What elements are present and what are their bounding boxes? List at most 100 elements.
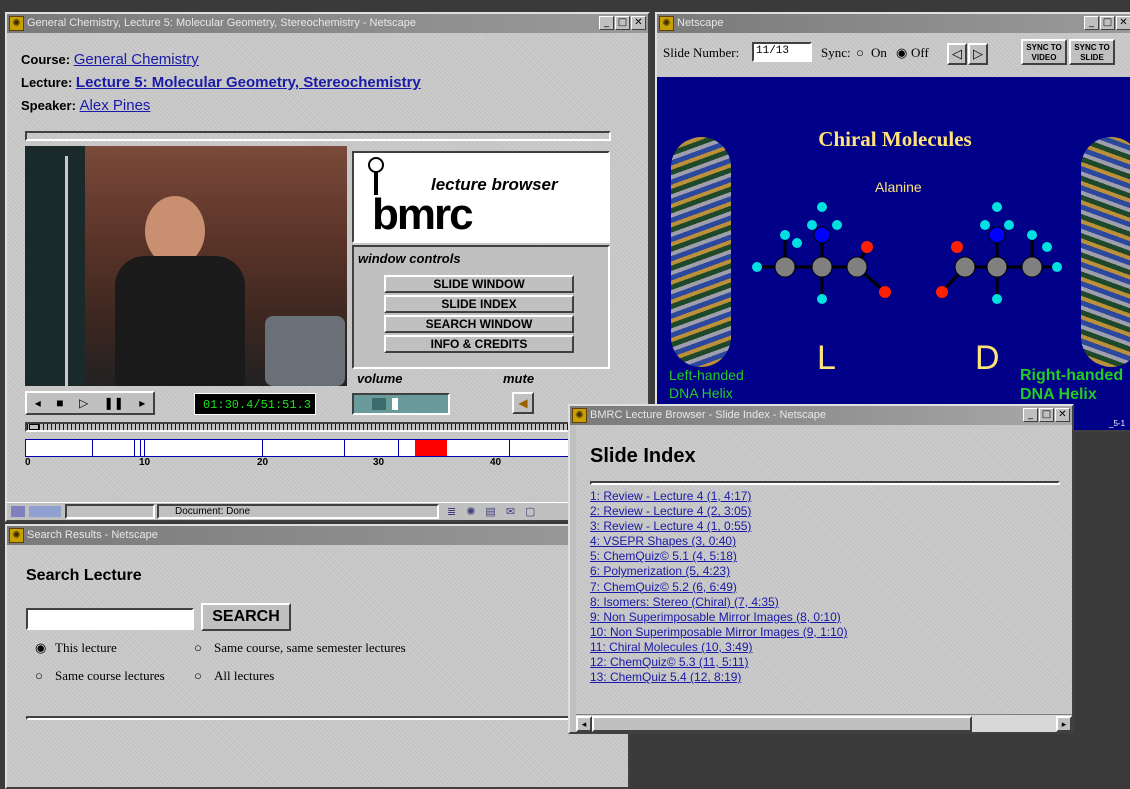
- sync-off-radio[interactable]: ◉: [896, 45, 907, 61]
- slide-index-link[interactable]: 13: ChemQuiz 5.4 (12, 8:19): [590, 670, 741, 684]
- search-window-button[interactable]: SEARCH WINDOW: [384, 315, 574, 333]
- netscape-app-icon: ✺: [9, 16, 24, 31]
- slide-index-titlebar[interactable]: ✺ BMRC Lecture Browser - Slide Index - N…: [570, 406, 1072, 425]
- slide-timeline[interactable]: [25, 439, 611, 457]
- left-caption-line-2: DNA Helix: [669, 385, 733, 401]
- mute-speaker-icon[interactable]: ◀: [512, 392, 534, 414]
- tick-label: 40: [490, 457, 502, 468]
- right-letter: D: [975, 339, 1000, 377]
- pause-icon[interactable]: ❚❚: [104, 396, 124, 410]
- slide-index-link[interactable]: 9: Non Superimposable Mirror Images (8, …: [590, 610, 841, 624]
- netscape-app-icon: ✺: [9, 528, 24, 543]
- horizontal-scrollbar[interactable]: ◂ ▸: [576, 714, 1072, 732]
- slide-index-link[interactable]: 6: Polymerization (5, 4:23): [590, 564, 730, 578]
- info-credits-button[interactable]: INFO & CREDITS: [384, 335, 574, 353]
- lecture-window-titlebar[interactable]: ✺ General Chemistry, Lecture 5: Molecula…: [7, 14, 648, 33]
- slide-index-link[interactable]: 7: ChemQuiz© 5.2 (6, 6:49): [590, 580, 737, 594]
- slide-index-link[interactable]: 2: Review - Lecture 4 (2, 3:05): [590, 504, 751, 518]
- maximize-button[interactable]: □: [1039, 408, 1054, 422]
- course-line: Course: General Chemistry: [21, 51, 199, 68]
- left-letter: L: [817, 339, 836, 377]
- slide-index-link[interactable]: 12: ChemQuiz© 5.3 (11, 5:11): [590, 655, 748, 669]
- search-heading: Search Lecture: [26, 567, 142, 584]
- close-button[interactable]: ✕: [1116, 16, 1130, 30]
- slide-window-titlebar[interactable]: ✺ Netscape _ □ ✕: [657, 14, 1130, 33]
- slide-index-link[interactable]: 3: Review - Lecture 4 (1, 0:55): [590, 519, 751, 533]
- video-frame[interactable]: [25, 146, 347, 386]
- lecture-link[interactable]: Lecture 5: Molecular Geometry, Stereoche…: [76, 74, 421, 91]
- minimize-button[interactable]: _: [1084, 16, 1099, 30]
- search-window-title: Search Results - Netscape: [27, 529, 158, 541]
- next-slide-button[interactable]: ▷: [968, 43, 988, 65]
- current-slide-marker: [415, 440, 447, 456]
- sync-on-radio[interactable]: ○: [856, 45, 864, 61]
- close-button[interactable]: ✕: [1055, 408, 1070, 422]
- slide-index-heading: Slide Index: [590, 445, 696, 467]
- mute-label: mute: [503, 371, 535, 386]
- slide-index-list: 1: Review - Lecture 4 (1, 4:17) 2: Revie…: [590, 489, 847, 685]
- minimize-button[interactable]: _: [1023, 408, 1038, 422]
- maximize-button[interactable]: □: [1100, 16, 1115, 30]
- sync-to-video-button[interactable]: SYNC TO VIDEO: [1021, 39, 1067, 65]
- stop-icon[interactable]: ■: [56, 396, 63, 410]
- slide-index-button[interactable]: SLIDE INDEX: [384, 295, 574, 313]
- security-icon: [11, 506, 25, 517]
- slide-index-window: ✺ BMRC Lecture Browser - Slide Index - N…: [568, 404, 1074, 734]
- sync-on-label: On: [871, 45, 887, 60]
- alanine-molecules-diagram: [752, 202, 1062, 304]
- course-link[interactable]: General Chemistry: [74, 51, 199, 68]
- tick-label: 30: [373, 457, 385, 468]
- sync-off-label: Off: [911, 45, 929, 60]
- slide-title: Chiral Molecules: [818, 127, 972, 151]
- separator: [25, 131, 611, 141]
- timeline-ticks: 0 10 20 30 40: [25, 457, 611, 471]
- controls-panel: window controls SLIDE WINDOW SLIDE INDEX…: [352, 245, 610, 369]
- scroll-left-arrow-icon[interactable]: ◂: [576, 716, 592, 732]
- speaker-link[interactable]: Alex Pines: [80, 97, 151, 114]
- option-label: All lectures: [214, 668, 275, 683]
- time-readout: 01:30.4/51:51.3: [194, 393, 316, 415]
- speaker-line: Speaker: Alex Pines: [21, 97, 150, 114]
- prev-slide-button[interactable]: ◁: [947, 43, 967, 65]
- sync-to-slide-button[interactable]: SYNC TO SLIDE: [1069, 39, 1115, 65]
- radio-this-lecture[interactable]: ◉: [35, 640, 46, 656]
- step-back-icon[interactable]: ◂: [35, 396, 41, 410]
- slide-code: _5-1: [1109, 419, 1126, 428]
- search-window-titlebar[interactable]: ✺ Search Results - Netscape: [7, 526, 628, 545]
- minimize-button[interactable]: _: [599, 16, 614, 30]
- slide-index-link[interactable]: 10: Non Superimposable Mirror Images (9,…: [590, 625, 847, 639]
- step-forward-icon[interactable]: ▸: [139, 396, 145, 410]
- slide-index-link[interactable]: 1: Review - Lecture 4 (1, 4:17): [590, 489, 751, 503]
- option-label: Same course, same semester lectures: [214, 640, 406, 655]
- course-label: Course:: [21, 52, 71, 67]
- slide-index-link[interactable]: 11: Chiral Molecules (10, 3:49): [590, 640, 753, 654]
- transport-bar: ◂ ■ ▷ ❚❚ ▸: [25, 391, 155, 415]
- search-input[interactable]: [26, 608, 194, 630]
- slide-index-link[interactable]: 5: ChemQuiz© 5.1 (4, 5:18): [590, 549, 737, 563]
- volume-slider[interactable]: [352, 393, 450, 415]
- component-icons: ≣✺▤✉▢: [447, 506, 546, 518]
- slide-toolbar: Slide Number: 11/13 Sync: ○ On ◉ Off ◁ ▷…: [657, 33, 1130, 77]
- slide-window-button[interactable]: SLIDE WINDOW: [384, 275, 574, 293]
- radio-same-course-semester[interactable]: ○: [194, 640, 202, 656]
- slide-window-title: Netscape: [677, 17, 724, 29]
- slide-index-content: Slide Index 1: Review - Lecture 4 (1, 4:…: [570, 425, 1072, 714]
- seek-bar[interactable]: [25, 422, 611, 432]
- right-caption-line-1: Right-handed: [1020, 367, 1124, 384]
- slide-index-link[interactable]: 4: VSEPR Shapes (3, 0:40): [590, 534, 736, 548]
- lecture-content: Course: General Chemistry Lecture: Lectu…: [7, 33, 648, 520]
- maximize-button[interactable]: □: [615, 16, 630, 30]
- radio-same-course[interactable]: ○: [35, 668, 43, 684]
- search-button[interactable]: SEARCH: [201, 603, 291, 631]
- close-button[interactable]: ✕: [631, 16, 646, 30]
- scroll-right-arrow-icon[interactable]: ▸: [1056, 716, 1072, 732]
- search-window: ✺ Search Results - Netscape Search Lectu…: [5, 524, 630, 789]
- sync-label: Sync:: [821, 45, 851, 60]
- scroll-thumb[interactable]: [592, 716, 972, 732]
- radio-all-lectures[interactable]: ○: [194, 668, 202, 684]
- slide-number-field[interactable]: 11/13: [752, 42, 812, 62]
- play-icon[interactable]: ▷: [79, 396, 88, 410]
- slide-index-link[interactable]: 8: Isomers: Stereo (Chiral) (7, 4:35): [590, 595, 779, 609]
- lecture-window-title: General Chemistry, Lecture 5: Molecular …: [27, 17, 417, 29]
- slide-index-window-title: BMRC Lecture Browser - Slide Index - Net…: [590, 409, 826, 421]
